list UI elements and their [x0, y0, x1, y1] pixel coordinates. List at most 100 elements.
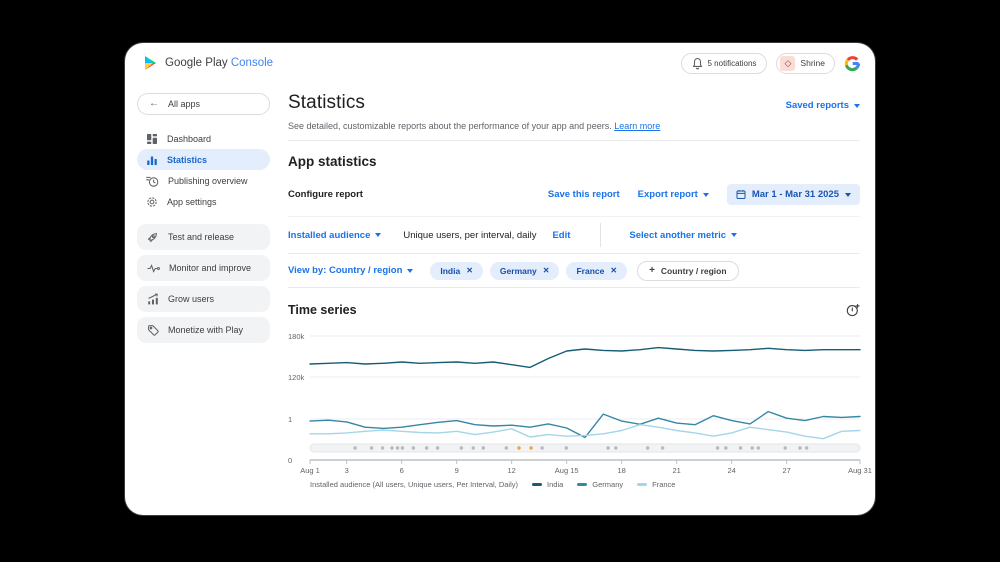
x-axis-label: Aug 15 — [555, 466, 579, 475]
sidebar-item-label: Publishing overview — [168, 176, 248, 186]
event-dot[interactable] — [805, 446, 808, 449]
sidebar-item-label: Test and release — [168, 232, 234, 242]
event-dot[interactable] — [370, 446, 373, 449]
date-range-picker[interactable]: Mar 1 - Mar 31 2025 — [727, 184, 860, 205]
event-dot[interactable] — [381, 446, 384, 449]
metric-detail: Unique users, per interval, daily — [403, 230, 536, 241]
notifications-count: 5 notifications — [708, 59, 757, 68]
sidebar-item-publishing-overview[interactable]: Publishing overview — [137, 170, 270, 191]
sidebar-group-test-and-release[interactable]: Test and release — [137, 224, 270, 250]
google-account-avatar[interactable] — [844, 55, 861, 72]
sidebar-item-statistics[interactable]: Statistics — [137, 149, 270, 170]
edit-metric-button[interactable]: Edit — [552, 230, 570, 241]
event-dot[interactable] — [425, 446, 428, 449]
x-axis-label: 27 — [782, 466, 790, 475]
back-arrow-icon: ← — [149, 99, 159, 109]
event-dot[interactable] — [784, 446, 787, 449]
date-range-value: Mar 1 - Mar 31 2025 — [752, 189, 839, 200]
price-tag-icon — [147, 324, 159, 336]
remove-chip-icon[interactable]: ✕ — [466, 267, 473, 275]
shrine-app-icon: ◇ — [780, 56, 795, 71]
sidebar-item-label: Monetize with Play — [168, 325, 243, 335]
chevron-down-icon — [854, 104, 860, 108]
export-report-button[interactable]: Export report — [638, 189, 709, 200]
bell-icon — [692, 57, 703, 70]
brand-text: Google Play Console — [165, 57, 273, 69]
event-dot[interactable] — [751, 446, 754, 449]
event-dot[interactable] — [412, 446, 415, 449]
remove-chip-icon[interactable]: ✕ — [543, 267, 550, 275]
sidebar-group-monitor-and-improve[interactable]: Monitor and improve — [137, 255, 270, 281]
legend-series-name: India — [547, 480, 563, 489]
x-axis-label: 9 — [455, 466, 459, 475]
event-dot[interactable] — [460, 446, 463, 449]
sidebar-item-dashboard[interactable]: Dashboard — [137, 128, 270, 149]
sidebar-item-app-settings[interactable]: App settings — [137, 191, 270, 212]
event-dot[interactable] — [739, 446, 742, 449]
sidebar-item-label: Monitor and improve — [169, 263, 251, 273]
select-another-metric-button[interactable]: Select another metric — [629, 230, 737, 241]
legend-item-india[interactable]: India — [532, 480, 563, 489]
event-dot[interactable] — [646, 446, 649, 449]
legend-item-france[interactable]: France — [637, 480, 675, 489]
chevron-down-icon — [375, 233, 381, 237]
event-dot[interactable] — [505, 446, 508, 449]
add-country-region-button[interactable]: + Country / region — [637, 261, 738, 281]
clock-plus-icon[interactable] — [846, 303, 860, 317]
x-axis-label: 21 — [672, 466, 680, 475]
filter-chip-france[interactable]: France ✕ — [566, 262, 627, 280]
gear-icon — [146, 196, 158, 208]
view-by-selector[interactable]: View by: Country / region — [288, 265, 413, 276]
filter-chip-germany[interactable]: Germany ✕ — [490, 262, 560, 280]
save-report-button[interactable]: Save this report — [548, 189, 620, 200]
main-content: Statistics Saved reports See detailed, c… — [270, 83, 875, 489]
sidebar: ← All apps Dashboard — [125, 83, 270, 348]
event-dot[interactable] — [565, 446, 568, 449]
app-selector[interactable]: ◇ Shrine — [776, 53, 835, 74]
configure-report-row: Configure report Save this report Export… — [288, 184, 860, 217]
remove-chip-icon[interactable]: ✕ — [610, 267, 617, 275]
plus-icon: + — [649, 266, 655, 276]
sidebar-group-monetize-with-play[interactable]: Monetize with Play — [137, 317, 270, 343]
notifications-button[interactable]: 5 notifications — [681, 53, 768, 74]
event-dot[interactable] — [472, 446, 475, 449]
event-dot-highlight[interactable] — [517, 446, 520, 449]
google-play-console-logo[interactable]: Google Play Console — [143, 55, 273, 71]
saved-reports-button[interactable]: Saved reports — [786, 100, 860, 111]
series-line-india — [310, 348, 860, 368]
event-dot[interactable] — [401, 446, 404, 449]
learn-more-link[interactable]: Learn more — [614, 121, 660, 131]
event-dot[interactable] — [716, 446, 719, 449]
event-dot[interactable] — [436, 446, 439, 449]
event-dot[interactable] — [482, 446, 485, 449]
x-axis-label: 12 — [507, 466, 515, 475]
event-dot[interactable] — [390, 446, 393, 449]
time-series-chart: 180k120k10Aug 136912Aug 1518212427Aug 31… — [288, 326, 860, 489]
event-dot-highlight[interactable] — [529, 446, 532, 449]
legend-item-germany[interactable]: Germany — [577, 480, 623, 489]
event-dot[interactable] — [396, 446, 399, 449]
all-apps-label: All apps — [168, 99, 200, 109]
legend-series-name: France — [652, 480, 675, 489]
sidebar-group-grow-users[interactable]: Grow users — [137, 286, 270, 312]
event-dot[interactable] — [540, 446, 543, 449]
event-dot[interactable] — [614, 446, 617, 449]
all-apps-button[interactable]: ← All apps — [137, 93, 270, 115]
metric-selector[interactable]: Installed audience — [288, 230, 381, 241]
event-dot[interactable] — [661, 446, 664, 449]
page-description: See detailed, customizable reports about… — [288, 121, 860, 141]
legend-swatch — [577, 483, 587, 486]
x-axis-label: Aug 1 — [300, 466, 320, 475]
chart-canvas: 180k120k10Aug 136912Aug 1518212427Aug 31 — [288, 326, 860, 476]
sidebar-item-label: Dashboard — [167, 134, 211, 144]
filter-chip-india[interactable]: India ✕ — [430, 262, 483, 280]
play-triangle-icon — [143, 55, 158, 71]
event-dot[interactable] — [353, 446, 356, 449]
event-dot[interactable] — [798, 446, 801, 449]
event-dot[interactable] — [606, 446, 609, 449]
vertical-divider — [600, 223, 601, 247]
calendar-icon — [736, 189, 746, 200]
event-dot[interactable] — [757, 446, 760, 449]
series-line-germany — [310, 412, 860, 438]
event-dot[interactable] — [724, 446, 727, 449]
